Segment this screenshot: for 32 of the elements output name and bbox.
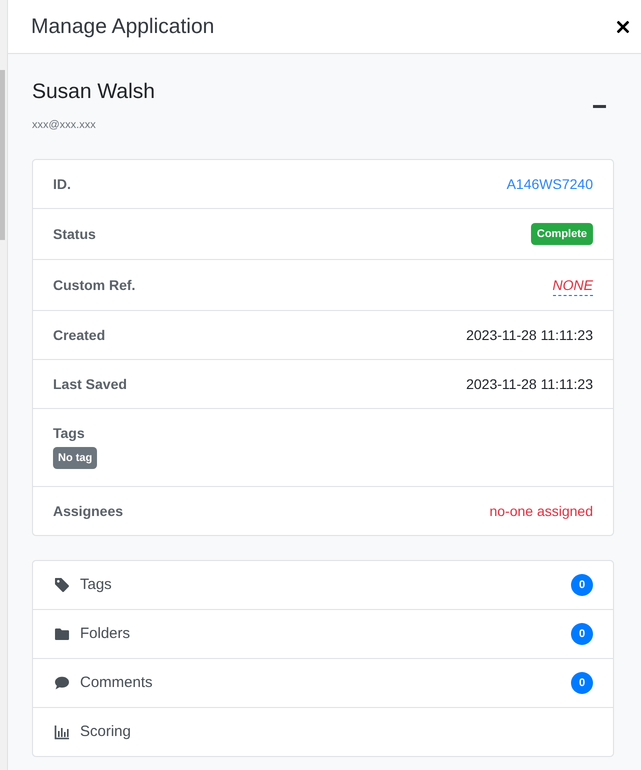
tag-icon xyxy=(54,577,70,593)
speech-bubble-icon xyxy=(54,675,70,691)
id-link[interactable]: A146WS7240 xyxy=(506,172,593,196)
section-item[interactable]: Tags 0 xyxy=(33,561,613,609)
field-value: 2023-11-28 11:11:23 xyxy=(466,326,593,345)
field-label: Created xyxy=(53,326,106,345)
section-item[interactable]: Folders 0 xyxy=(33,609,613,658)
section-item[interactable]: Comments 0 xyxy=(33,658,613,707)
collapse-button[interactable] xyxy=(590,102,609,111)
section-item[interactable]: Scoring xyxy=(33,707,613,756)
count-badge: 0 xyxy=(571,623,593,645)
field-label: Custom Ref. xyxy=(53,276,136,295)
tag-badge: No tag xyxy=(53,447,98,469)
minus-icon xyxy=(593,105,606,108)
field-label: Assignees xyxy=(53,502,124,521)
assignee-status: no-one assigned xyxy=(489,502,593,521)
field-label: ID. xyxy=(53,175,71,194)
close-icon xyxy=(617,20,629,32)
status-badge: Complete xyxy=(530,223,593,245)
bar-chart-icon xyxy=(54,724,70,740)
folder-icon xyxy=(54,626,70,642)
count-badge: 0 xyxy=(571,574,593,596)
editable-link[interactable]: NONE xyxy=(552,274,593,296)
field-label: Status xyxy=(53,225,96,244)
field-label: Tags xyxy=(53,424,85,443)
applicant-email: xxx@xxx.xxx xyxy=(32,118,97,132)
applicant-name: Susan Walsh xyxy=(32,80,155,104)
scrollbar-thumb[interactable] xyxy=(0,70,5,240)
field-value: 2023-11-28 11:11:23 xyxy=(466,375,593,394)
modal-title: Manage Application xyxy=(31,14,214,38)
field-label: Last Saved xyxy=(53,375,127,394)
count-badge: 0 xyxy=(571,672,593,694)
